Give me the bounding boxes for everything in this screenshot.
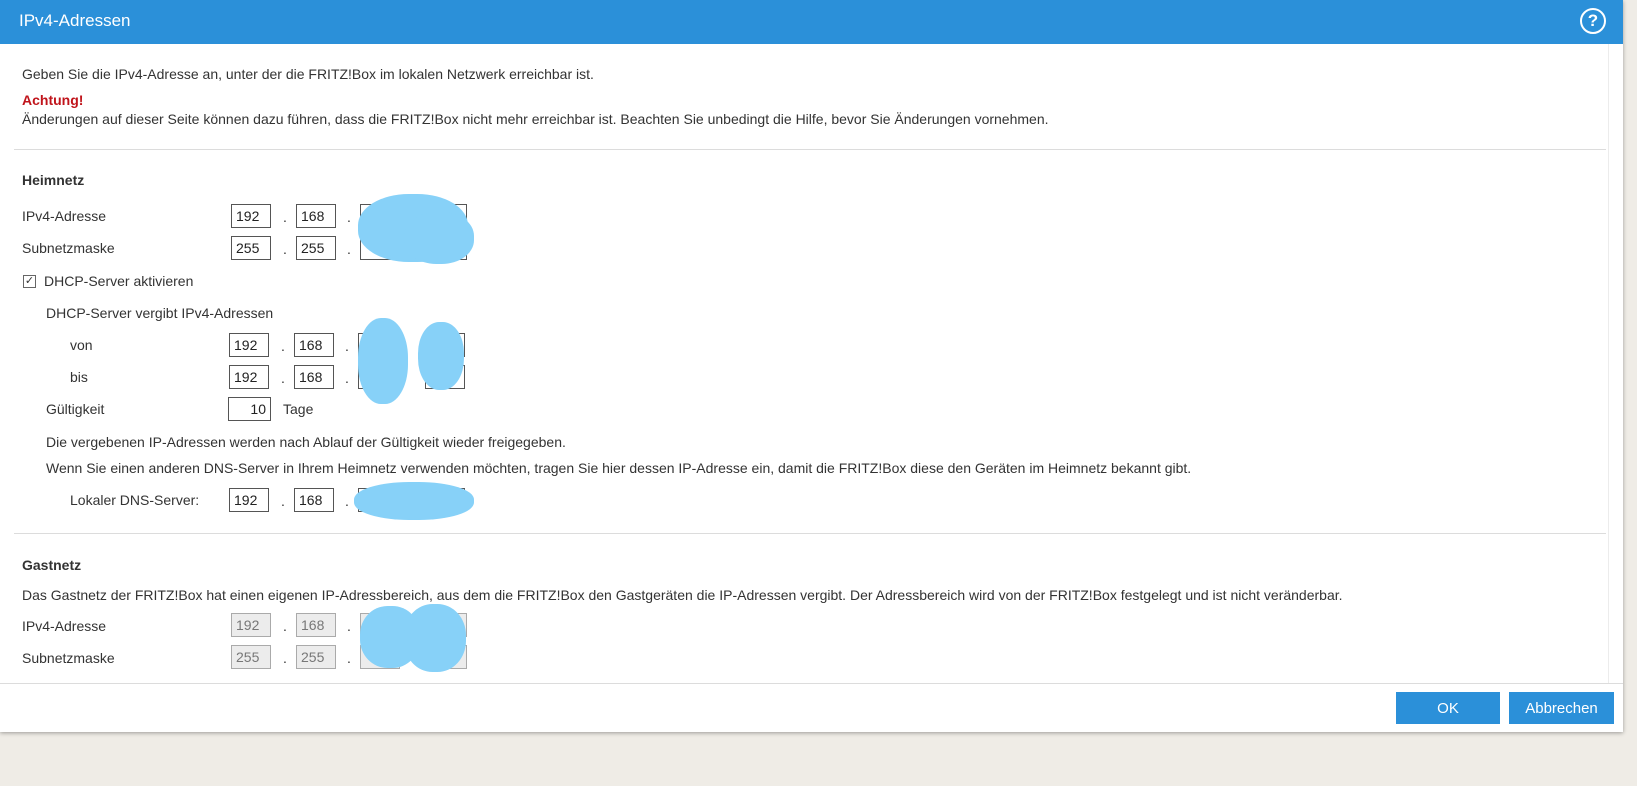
dhcp-to-label: bis <box>70 369 88 385</box>
ok-button[interactable]: OK <box>1396 692 1500 724</box>
heimnetz-ipv4-octet-1[interactable] <box>231 204 271 228</box>
dhcp-to-octet-2[interactable] <box>294 365 334 389</box>
footer-divider <box>0 683 1623 684</box>
gastnetz-ipv4-octet-2 <box>296 613 336 637</box>
octet-separator: . <box>347 650 351 666</box>
octet-separator: . <box>347 618 351 634</box>
gastnetz-note: Das Gastnetz der FRITZ!Box hat einen eig… <box>22 587 1343 603</box>
octet-separator: . <box>347 209 351 225</box>
ipv4-dialog: IPv4-Adressen ? Geben Sie die IPv4-Adres… <box>0 0 1623 732</box>
octet-separator: . <box>283 209 287 225</box>
dhcp-checkbox[interactable]: ✓ <box>23 275 36 288</box>
dhcp-to-octet-1[interactable] <box>229 365 269 389</box>
heimnetz-heading: Heimnetz <box>22 172 85 188</box>
heimnetz-subnet-octet-1[interactable] <box>231 236 271 260</box>
octet-separator: . <box>281 370 285 386</box>
redaction-mark <box>404 212 474 264</box>
validity-unit: Tage <box>283 401 314 417</box>
octet-separator: . <box>345 493 349 509</box>
redaction-mark <box>404 604 466 672</box>
cancel-button[interactable]: Abbrechen <box>1509 692 1614 724</box>
dns-label: Lokaler DNS-Server: <box>70 492 200 508</box>
heimnetz-subnet-octet-2[interactable] <box>296 236 336 260</box>
scrollbar[interactable] <box>1608 44 1623 684</box>
validity-input[interactable] <box>228 397 271 421</box>
octet-separator: . <box>345 338 349 354</box>
divider <box>14 149 1606 150</box>
gastnetz-heading: Gastnetz <box>22 557 82 573</box>
heimnetz-subnet-label: Subnetzmaske <box>22 240 115 256</box>
dns-octet-2[interactable] <box>294 488 334 512</box>
heimnetz-ipv4-octet-2[interactable] <box>296 204 336 228</box>
validity-note: Die vergebenen IP-Adressen werden nach A… <box>46 434 566 450</box>
octet-separator: . <box>283 241 287 257</box>
redaction-mark <box>418 322 464 390</box>
divider <box>14 533 1606 534</box>
warning-text: Änderungen auf dieser Seite können dazu … <box>22 111 1049 127</box>
dns-note: Wenn Sie einen anderen DNS-Server in Ihr… <box>46 460 1192 476</box>
redaction-mark <box>358 318 408 404</box>
dhcp-range-label: DHCP-Server vergibt IPv4-Adressen <box>46 305 274 321</box>
octet-separator: . <box>283 618 287 634</box>
heimnetz-ipv4-label: IPv4-Adresse <box>22 208 107 224</box>
dhcp-from-label: von <box>70 337 93 353</box>
validity-label: Gültigkeit <box>46 401 105 417</box>
gastnetz-subnet-octet-1 <box>231 645 271 669</box>
gastnetz-ipv4-octet-1 <box>231 613 271 637</box>
gastnetz-subnet-label: Subnetzmaske <box>22 650 115 666</box>
dialog-title: IPv4-Adressen <box>19 11 131 30</box>
octet-separator: . <box>345 370 349 386</box>
dhcp-checkbox-label: DHCP-Server aktivieren <box>44 273 194 289</box>
gastnetz-subnet-octet-2 <box>296 645 336 669</box>
octet-separator: . <box>347 241 351 257</box>
octet-separator: . <box>281 338 285 354</box>
dhcp-from-octet-1[interactable] <box>229 333 269 357</box>
help-icon[interactable]: ? <box>1580 8 1606 34</box>
octet-separator: . <box>281 493 285 509</box>
gastnetz-ipv4-label: IPv4-Adresse <box>22 618 107 634</box>
dns-octet-1[interactable] <box>229 488 269 512</box>
intro-text: Geben Sie die IPv4-Adresse an, unter der… <box>22 66 594 82</box>
dhcp-from-octet-2[interactable] <box>294 333 334 357</box>
warning-title: Achtung! <box>22 92 84 108</box>
redaction-mark <box>354 482 474 520</box>
dialog-titlebar: IPv4-Adressen ? <box>0 0 1623 44</box>
octet-separator: . <box>283 650 287 666</box>
